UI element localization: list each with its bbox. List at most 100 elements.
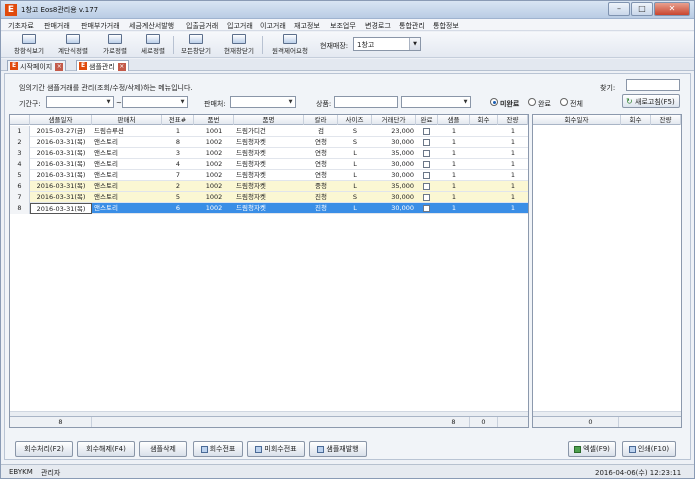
cell-code: 1002	[205, 138, 223, 146]
cell-slip: 7	[175, 171, 181, 179]
row-number: 7	[10, 192, 30, 203]
cell-sample-date: 2016-03-31(목)	[36, 149, 86, 157]
unreturned-slip-button[interactable]: 미회수전표	[247, 441, 305, 457]
header-color[interactable]: 칼라	[304, 115, 338, 125]
minimize-button[interactable]: –	[608, 2, 630, 16]
header-seller[interactable]: 판매처	[92, 115, 162, 125]
menu-change-log[interactable]: 변경로그	[365, 21, 391, 31]
print-button[interactable]: 인쇄(F10)	[622, 441, 676, 457]
menu-receiving[interactable]: 입고거래	[227, 21, 253, 31]
radio-all[interactable]	[560, 98, 568, 106]
tab-start-page[interactable]: E 시작페이지 ×	[7, 60, 67, 71]
header-size[interactable]: 사이즈	[338, 115, 372, 125]
table-row[interactable]: 4 2016-03-31(목) 앤스토리 4 1002 드림청자켓 연청 L 30,000 1 1	[10, 159, 528, 170]
radio-complete[interactable]	[528, 98, 536, 106]
period-end-field[interactable]: ▼	[122, 96, 188, 108]
excel-button[interactable]: 엑셀(F9)	[568, 441, 616, 457]
done-checkbox[interactable]	[423, 128, 430, 135]
cell-seller: 앤스토리	[94, 204, 118, 212]
reissue-sample-button[interactable]: 샘플재발행	[309, 441, 367, 457]
cell-sample: 1	[451, 204, 457, 212]
refresh-button[interactable]: ↻ 새로고침(F5)	[622, 94, 680, 108]
done-checkbox[interactable]	[423, 139, 430, 146]
tab-close-icon[interactable]: ×	[55, 63, 64, 71]
header-done[interactable]: 완료	[416, 115, 438, 125]
find-input[interactable]	[626, 79, 680, 91]
sample-grid[interactable]: 샘플일자 판매처 전표# 품번 품명 칼라 사이즈 거래단가 완료 샘플 회수 …	[9, 114, 529, 428]
close-all-windows-button[interactable]: 모든창닫기	[176, 34, 216, 56]
done-checkbox[interactable]	[423, 194, 430, 201]
table-row[interactable]: 2 2016-03-31(목) 앤스토리 8 1002 드림청자켓 연청 S 30,000 1 1	[10, 137, 528, 148]
return-slip-button[interactable]: 회수전표	[193, 441, 243, 457]
header-return-remain[interactable]: 잔량	[651, 115, 681, 125]
cell-code: 1002	[205, 193, 223, 201]
done-checkbox[interactable]	[423, 161, 430, 168]
menu-tax-invoice[interactable]: 세금계산서발행	[129, 21, 174, 31]
header-name[interactable]: 품명	[234, 115, 304, 125]
done-checkbox[interactable]	[423, 205, 430, 212]
tab-sample-management[interactable]: E 샘플관리 ×	[76, 60, 129, 71]
horizontal-sort-button[interactable]: 가로정렬	[97, 34, 133, 56]
cascade-view-button[interactable]: 창항식보기	[9, 34, 49, 56]
table-row[interactable]: 1 2015-03-27(금) 드림슈루션 1 1001 드림가디건 검 S 23,000 1 1	[10, 126, 528, 137]
header-sample-date[interactable]: 샘플일자	[30, 115, 92, 125]
menu-deposits[interactable]: 입출금거래	[186, 21, 218, 31]
cell-remain: 1	[510, 160, 516, 168]
cell-size: S	[352, 127, 358, 135]
header-slip[interactable]: 전표#	[162, 115, 194, 125]
menu-transfer[interactable]: 이고거래	[260, 21, 286, 31]
stair-sort-button[interactable]: 계단식정렬	[53, 34, 93, 56]
table-row[interactable]: 7 2016-03-31(목) 앤스토리 5 1002 드림청자켓 진청 S 30,000 1 1	[10, 192, 528, 203]
menu-integrated-mgmt[interactable]: 통합관리	[399, 21, 425, 31]
row-number: 8	[10, 203, 30, 214]
close-all-icon	[189, 34, 203, 44]
cell-seller: 앤스토리	[94, 182, 118, 190]
menu-integrated-info[interactable]: 통합정보	[433, 21, 459, 31]
store-select[interactable]: 1창고 ▼	[353, 37, 421, 51]
menu-aux-work[interactable]: 보조업무	[330, 21, 356, 31]
period-start-field[interactable]: ▼	[46, 96, 114, 108]
header-return[interactable]: 회수	[470, 115, 498, 125]
header-remain[interactable]: 잔량	[498, 115, 528, 125]
cell-color: 연청	[315, 138, 327, 146]
menu-sales[interactable]: 판매거래	[44, 21, 70, 31]
cancel-return-button[interactable]: 회수해제(F4)	[77, 441, 135, 457]
table-row[interactable]: 3 2016-03-31(목) 앤스토리 3 1002 드림청자켓 연청 L 35,000 1 1	[10, 148, 528, 159]
done-checkbox[interactable]	[423, 172, 430, 179]
header-code[interactable]: 품번	[194, 115, 234, 125]
cell-return	[470, 148, 498, 159]
return-grid-header: 회수일자 회수 잔량	[533, 115, 681, 125]
product-name-field[interactable]: ▼	[401, 96, 471, 108]
header-sample[interactable]: 샘플	[438, 115, 470, 125]
tab-close-icon[interactable]: ×	[117, 63, 126, 71]
delete-sample-button[interactable]: 샘플삭제	[139, 441, 187, 457]
excel-icon	[574, 445, 582, 453]
header-return-count[interactable]: 회수	[621, 115, 651, 125]
vertical-sort-button[interactable]: 세로정렬	[135, 34, 171, 56]
cell-color: 중청	[315, 182, 327, 190]
done-checkbox[interactable]	[423, 183, 430, 190]
cell-return	[470, 203, 498, 214]
window-title: 1창고 Eos8관리용 v.177	[21, 6, 99, 14]
close-current-window-button[interactable]: 현재창닫기	[219, 34, 259, 56]
product-code-field[interactable]	[334, 96, 398, 108]
remote-control-button[interactable]: 원격제어요청	[265, 34, 315, 56]
cell-name: 드림청자켓	[236, 193, 266, 201]
return-grid[interactable]: 회수일자 회수 잔량 0	[532, 114, 682, 428]
cell-sample: 1	[451, 138, 457, 146]
table-row[interactable]: 5 2016-03-31(목) 앤스토리 7 1002 드림청자켓 연청 L 30,000 1 1	[10, 170, 528, 181]
header-return-date[interactable]: 회수일자	[533, 115, 621, 125]
menu-description: 임의기간 샘플거래를 관리(조회/수정/삭제)하는 메뉴입니다.	[19, 84, 193, 92]
close-button[interactable]: ✕	[654, 2, 690, 16]
radio-incomplete[interactable]	[490, 98, 498, 106]
menu-basic-data[interactable]: 기초자료	[8, 21, 34, 31]
table-row[interactable]: 8 2016-03-31(목) 앤스토리 6 1002 드림청자켓 진청 L 30,000 1 1	[10, 203, 528, 214]
seller-field[interactable]: ▼	[230, 96, 296, 108]
maximize-button[interactable]: □	[631, 2, 653, 16]
done-checkbox[interactable]	[423, 150, 430, 157]
table-row[interactable]: 6 2016-03-31(목) 앤스토리 2 1002 드림청자켓 중청 L 35,000 1 1	[10, 181, 528, 192]
process-return-button[interactable]: 회수처리(F2)	[15, 441, 73, 457]
menu-stock-info[interactable]: 재고정보	[294, 21, 320, 31]
header-price[interactable]: 거래단가	[372, 115, 416, 125]
menu-sales-extra[interactable]: 판매부가거래	[81, 21, 120, 31]
